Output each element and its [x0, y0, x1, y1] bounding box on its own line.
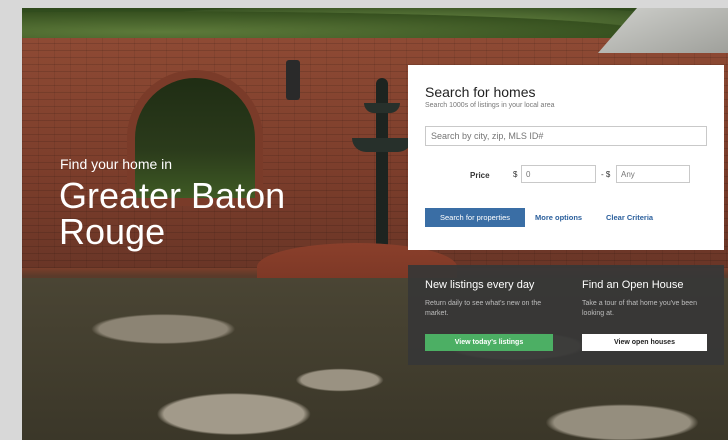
- price-max-input[interactable]: [616, 165, 690, 183]
- open-house-title: Find an Open House: [582, 279, 684, 291]
- hero-lamp: [286, 60, 300, 100]
- view-open-houses-button[interactable]: View open houses: [582, 334, 707, 351]
- hero-tagline: Find your home in: [60, 156, 173, 172]
- search-subtitle: Search 1000s of listings in your local a…: [425, 102, 555, 109]
- promo-panel: New listings every day Return daily to s…: [408, 265, 724, 365]
- view-todays-listings-button[interactable]: View today's listings: [425, 334, 553, 351]
- price-min-currency: $: [513, 170, 518, 179]
- search-title: Search for homes: [425, 84, 536, 100]
- price-min-input[interactable]: [521, 165, 596, 183]
- hero-city-title: Greater Baton Rouge: [59, 175, 286, 252]
- new-listings-section: New listings every day Return daily to s…: [425, 279, 560, 319]
- search-input[interactable]: [425, 126, 707, 146]
- clear-criteria-link[interactable]: Clear Criteria: [606, 213, 653, 222]
- search-properties-button[interactable]: Search for properties: [425, 208, 525, 227]
- price-separator: - $: [601, 170, 611, 179]
- new-listings-title: New listings every day: [425, 279, 535, 291]
- open-house-text: Take a tour of that home you've been loo…: [582, 300, 697, 317]
- new-listings-text: Return daily to see what's new on the ma…: [425, 300, 542, 317]
- price-label: Price: [470, 171, 490, 180]
- open-house-section: Find an Open House Take a tour of that h…: [582, 279, 717, 319]
- search-card: Search for homes Search 1000s of listing…: [408, 65, 724, 250]
- more-options-link[interactable]: More options: [535, 213, 582, 222]
